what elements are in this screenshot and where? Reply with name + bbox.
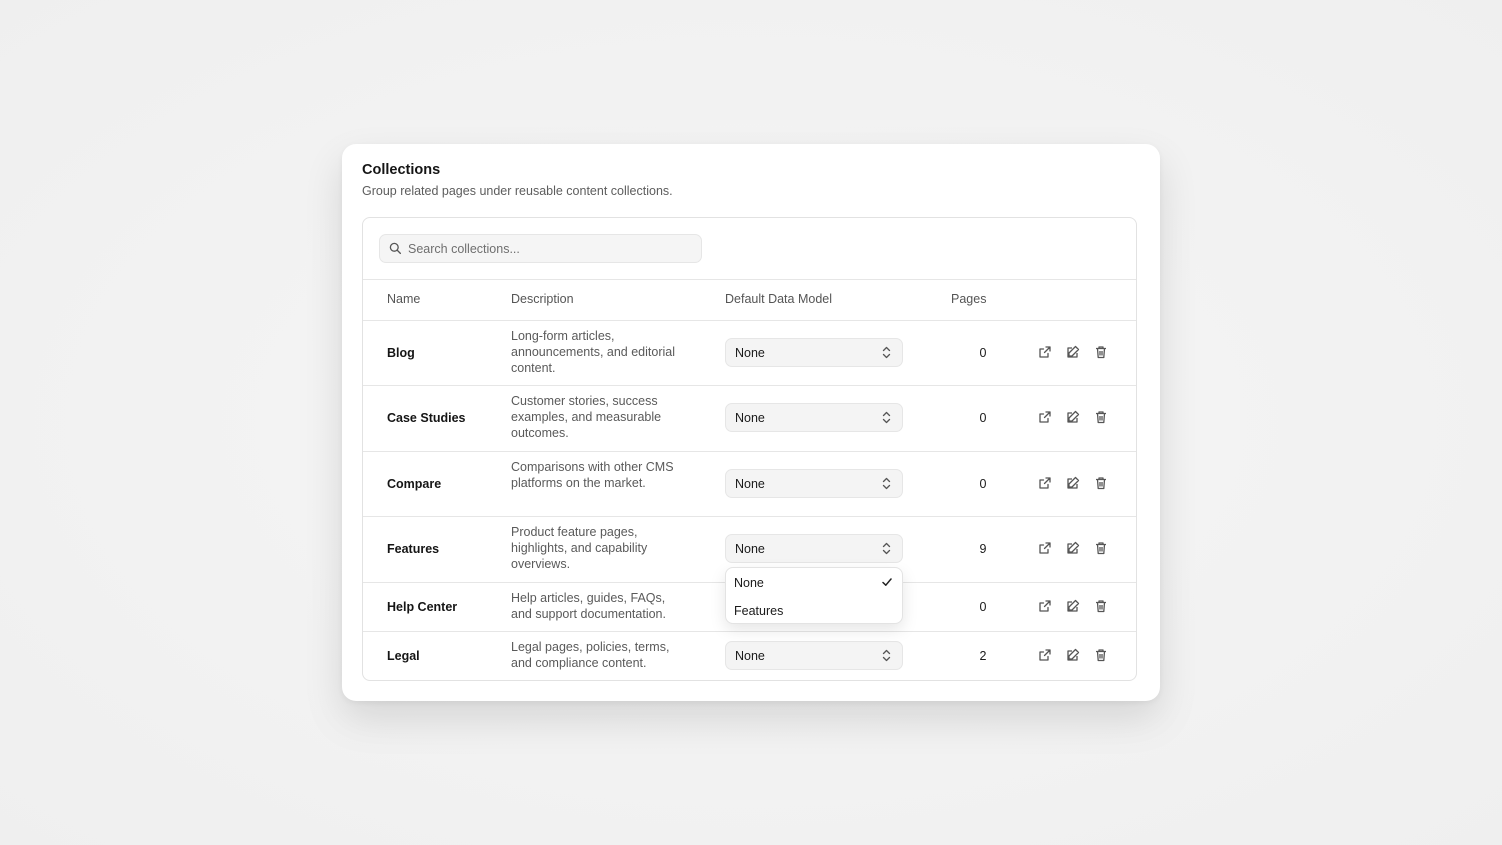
data-model-value: None [735,346,765,360]
pages-count: 0 [979,477,987,491]
edit-icon[interactable] [1065,540,1081,556]
chevron-up-down-icon [882,477,891,490]
collection-description: Customer stories, success examples, and … [511,394,662,440]
search-box[interactable] [379,234,702,263]
card-subtitle: Group related pages under reusable conte… [362,184,673,198]
table-row: Compare Comparisons with other CMS platf… [363,451,1136,516]
pages-count: 9 [979,542,987,556]
collections-panel: Name Description Default Data Model Page… [362,217,1137,681]
header-pages: Pages [951,292,987,306]
data-model-value: None [735,411,765,425]
collection-description: Comparisons with other CMS platforms on … [511,460,674,490]
table-row: Legal Legal pages, policies, terms, and … [363,631,1136,680]
external-link-icon[interactable] [1037,647,1053,663]
header-default-data-model: Default Data Model [725,292,833,306]
edit-icon[interactable] [1065,409,1081,425]
collection-name[interactable]: Case Studies [387,411,466,425]
option-label: None [734,576,764,590]
collection-description: Product feature pages, highlights, and c… [511,525,648,571]
external-link-icon[interactable] [1037,344,1053,360]
data-model-select[interactable]: None [725,641,903,670]
chevron-up-down-icon [882,346,891,359]
collection-name[interactable]: Help Center [387,600,457,614]
external-link-icon[interactable] [1037,540,1053,556]
search-input[interactable] [408,235,698,262]
divider [363,279,1136,280]
option-label: Features [734,604,784,618]
header-description: Description [511,292,574,306]
edit-icon[interactable] [1065,475,1081,491]
data-model-dropdown: None Features [725,567,903,624]
table-row: Blog Long-form articles, announcements, … [363,320,1136,385]
chevron-up-down-icon [882,411,891,424]
data-model-value: None [735,477,765,491]
collection-description: Long-form articles, announcements, and e… [511,329,676,375]
trash-icon[interactable] [1093,409,1109,425]
pages-count: 0 [979,411,987,425]
edit-icon[interactable] [1065,647,1081,663]
check-icon [882,578,892,586]
external-link-icon[interactable] [1037,475,1053,491]
pages-count: 2 [979,649,987,663]
dropdown-option-features[interactable]: Features [726,598,902,624]
external-link-icon[interactable] [1037,409,1053,425]
pages-count: 0 [979,346,987,360]
collection-description: Legal pages, policies, terms, and compli… [511,640,670,670]
dropdown-option-none[interactable]: None [726,570,902,596]
data-model-value: None [735,649,765,663]
external-link-icon[interactable] [1037,598,1053,614]
data-model-select[interactable]: None [725,469,903,498]
trash-icon[interactable] [1093,475,1109,491]
data-model-select[interactable]: None [725,403,903,432]
trash-icon[interactable] [1093,647,1109,663]
data-model-value: None [735,542,765,556]
chevron-up-down-icon [882,542,891,555]
collection-name[interactable]: Compare [387,477,441,491]
card-title: Collections [362,162,441,178]
trash-icon[interactable] [1093,344,1109,360]
collection-name[interactable]: Blog [387,346,415,360]
data-model-select[interactable]: None [725,338,903,367]
collection-name[interactable]: Legal [387,649,420,663]
collections-card: Collections Group related pages under re… [342,144,1160,701]
header-name: Name [387,292,421,306]
edit-icon[interactable] [1065,344,1081,360]
chevron-up-down-icon [882,649,891,662]
data-model-select[interactable]: None [725,534,903,563]
table-row: Case Studies Customer stories, success e… [363,385,1136,451]
edit-icon[interactable] [1065,598,1081,614]
pages-count: 0 [979,600,987,614]
collection-name[interactable]: Features [387,542,439,556]
trash-icon[interactable] [1093,540,1109,556]
collection-description: Help articles, guides, FAQs, and support… [511,591,666,621]
search-icon [389,242,402,255]
trash-icon[interactable] [1093,598,1109,614]
